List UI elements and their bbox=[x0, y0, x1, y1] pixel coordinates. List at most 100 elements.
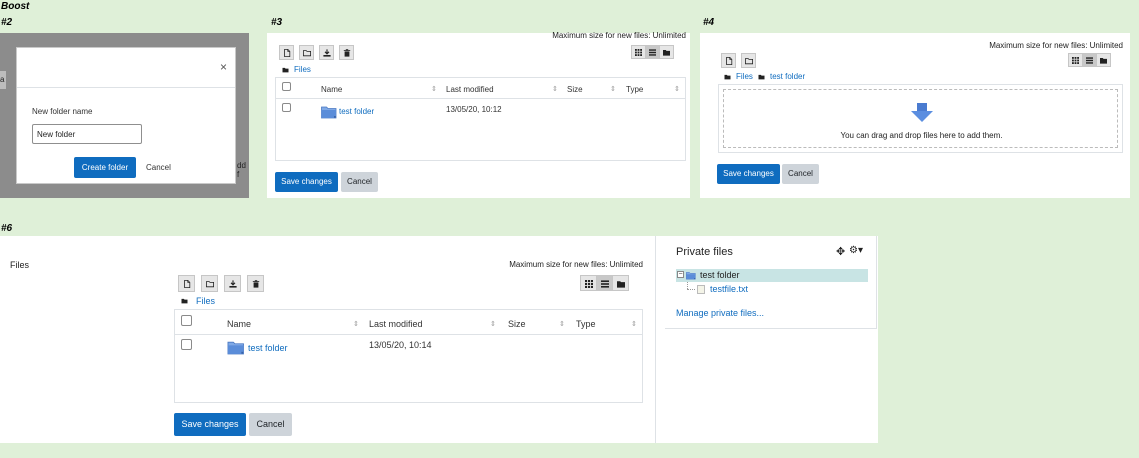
create-folder-button[interactable]: Create folder bbox=[74, 157, 136, 178]
tree-view-button[interactable] bbox=[659, 45, 674, 59]
breadcrumb-folder-icon bbox=[282, 67, 289, 73]
icon-view-button[interactable] bbox=[631, 45, 646, 59]
select-all-checkbox[interactable] bbox=[181, 315, 192, 326]
download-icon bbox=[323, 49, 331, 57]
grid-icon bbox=[635, 49, 642, 56]
panel-label-2: #2 bbox=[1, 17, 13, 28]
dialog-backdrop: a dd f × New folder name New folder Crea… bbox=[0, 33, 249, 198]
folder-icon bbox=[206, 280, 214, 288]
breadcrumb-files-link[interactable]: Files bbox=[196, 296, 215, 306]
col-modified[interactable]: Last modified bbox=[446, 85, 494, 94]
test-folder-link[interactable]: test folder bbox=[248, 343, 288, 353]
tree-folder-icon bbox=[1100, 57, 1107, 64]
view-toggle-3 bbox=[631, 45, 674, 59]
breadcrumb-folder-icon bbox=[181, 298, 188, 304]
folder-icon bbox=[227, 340, 245, 355]
backdrop-text-left: a bbox=[0, 75, 5, 84]
sort-icon: ⇕ bbox=[610, 86, 616, 93]
panel-label-4: #4 bbox=[703, 17, 715, 28]
file-manager-4: Maximum size for new files: Unlimited Fi… bbox=[700, 33, 1130, 198]
files-page: Files Maximum size for new files: Unlimi… bbox=[0, 236, 655, 443]
create-folder-toolbar-button[interactable] bbox=[741, 53, 756, 68]
icon-view-button[interactable] bbox=[1068, 53, 1083, 67]
trash-icon bbox=[343, 49, 351, 57]
file-manager-3: Maximum size for new files: Unlimited Fi… bbox=[267, 31, 690, 198]
file-list-3: Name ⇕ Last modified ⇕ Size ⇕ Type ⇕ tes… bbox=[275, 77, 686, 161]
row-checkbox[interactable] bbox=[181, 339, 192, 350]
page-title: Files bbox=[10, 260, 30, 270]
breadcrumb-folder-icon bbox=[758, 74, 765, 80]
file-icon bbox=[283, 49, 291, 57]
manage-private-files-link[interactable]: Manage private files... bbox=[676, 308, 764, 318]
select-all-checkbox[interactable] bbox=[282, 82, 291, 91]
tree-file-link[interactable]: testfile.txt bbox=[710, 284, 748, 294]
tree-view-button[interactable] bbox=[612, 275, 629, 291]
drop-zone[interactable]: You can drag and drop files here to add … bbox=[718, 84, 1123, 153]
breadcrumb-files-link[interactable]: Files bbox=[736, 72, 753, 81]
breadcrumb-files-link[interactable]: Files bbox=[294, 65, 311, 74]
col-modified[interactable]: Last modified bbox=[369, 319, 423, 329]
gear-icon[interactable]: ⚙▾ bbox=[849, 245, 863, 256]
view-toggle-6 bbox=[580, 275, 629, 291]
icon-view-button[interactable] bbox=[580, 275, 597, 291]
private-files-title: Private files bbox=[676, 246, 733, 258]
save-changes-button[interactable]: Save changes bbox=[174, 413, 246, 436]
file-icon bbox=[183, 280, 191, 288]
save-changes-button[interactable]: Save changes bbox=[275, 172, 338, 192]
list-icon bbox=[649, 49, 656, 56]
tree-folder-icon bbox=[617, 280, 625, 288]
add-file-button[interactable] bbox=[721, 53, 736, 68]
cancel-button[interactable]: Cancel bbox=[782, 164, 819, 184]
folder-name-value: New folder bbox=[37, 130, 76, 139]
grid-icon bbox=[585, 280, 593, 288]
col-type[interactable]: Type bbox=[576, 319, 596, 329]
breadcrumb-folder-icon bbox=[724, 74, 731, 80]
tree-item-test-folder[interactable]: − test folder bbox=[676, 269, 868, 282]
file-icon bbox=[725, 57, 733, 65]
upload-arrow-icon bbox=[911, 103, 933, 122]
col-type[interactable]: Type bbox=[626, 85, 643, 94]
create-folder-toolbar-button[interactable] bbox=[299, 45, 314, 60]
folder-icon bbox=[745, 57, 753, 65]
trash-icon bbox=[252, 280, 260, 288]
list-view-button[interactable] bbox=[645, 45, 660, 59]
panel-label-6: #6 bbox=[1, 223, 13, 234]
row-modified: 13/05/20, 10:14 bbox=[369, 340, 432, 350]
max-size-4: Maximum size for new files: Unlimited bbox=[989, 41, 1123, 50]
download-button[interactable] bbox=[224, 275, 241, 292]
tree-view-button[interactable] bbox=[1096, 53, 1111, 67]
col-name[interactable]: Name bbox=[321, 85, 342, 94]
add-file-button[interactable] bbox=[178, 275, 195, 292]
delete-button[interactable] bbox=[247, 275, 264, 292]
create-folder-toolbar-button[interactable] bbox=[201, 275, 218, 292]
collapse-icon[interactable]: − bbox=[677, 271, 684, 278]
list-icon bbox=[1086, 57, 1093, 64]
col-name[interactable]: Name bbox=[227, 319, 251, 329]
move-icon[interactable]: ✥ bbox=[836, 245, 845, 258]
test-folder-link[interactable]: test folder bbox=[339, 107, 374, 116]
col-size[interactable]: Size bbox=[508, 319, 526, 329]
cancel-button[interactable]: Cancel bbox=[249, 413, 292, 436]
breadcrumb-test-folder-link[interactable]: test folder bbox=[770, 72, 805, 81]
col-size[interactable]: Size bbox=[567, 85, 583, 94]
close-icon[interactable]: × bbox=[220, 60, 227, 74]
folder-name-input[interactable]: New folder bbox=[32, 124, 142, 144]
max-size-3: Maximum size for new files: Unlimited bbox=[552, 31, 686, 40]
dialog-cancel-button[interactable]: Cancel bbox=[146, 163, 171, 172]
list-view-button[interactable] bbox=[596, 275, 613, 291]
list-icon bbox=[601, 280, 609, 288]
list-view-button[interactable] bbox=[1082, 53, 1097, 67]
cancel-button[interactable]: Cancel bbox=[341, 172, 378, 192]
delete-button[interactable] bbox=[339, 45, 354, 60]
save-changes-button[interactable]: Save changes bbox=[717, 164, 780, 184]
theme-label: Boost bbox=[1, 1, 30, 12]
add-file-button[interactable] bbox=[279, 45, 294, 60]
folder-icon bbox=[321, 105, 337, 119]
download-button[interactable] bbox=[319, 45, 334, 60]
text-file-icon bbox=[697, 285, 705, 294]
sort-icon: ⇕ bbox=[552, 86, 558, 93]
tree-folder-icon bbox=[663, 49, 670, 56]
row-checkbox[interactable] bbox=[282, 103, 291, 112]
sort-icon: ⇕ bbox=[559, 321, 565, 328]
row-modified: 13/05/20, 10:12 bbox=[446, 105, 502, 114]
